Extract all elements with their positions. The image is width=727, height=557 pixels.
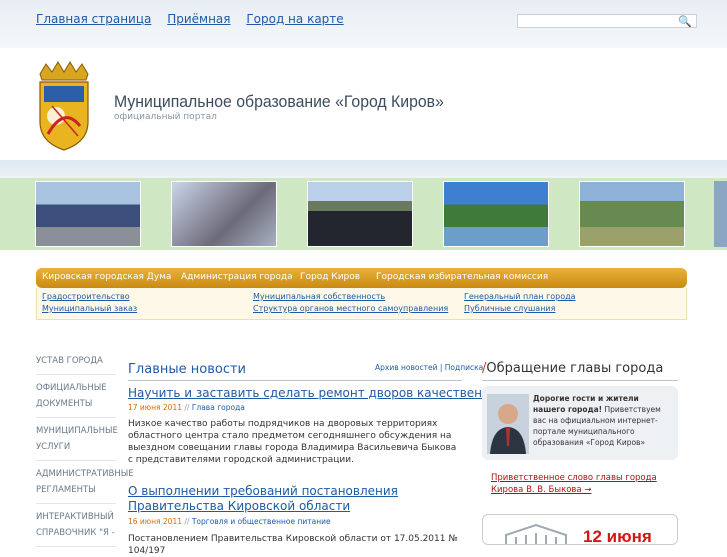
- site-header: Муниципальное образование «Город Киров» …: [0, 48, 727, 160]
- news-heading: Главные новости: [128, 362, 246, 377]
- photo-strip: [0, 178, 727, 250]
- search-icon[interactable]: 🔍: [678, 15, 692, 28]
- home-link[interactable]: Главная страница: [36, 12, 151, 26]
- submenu-municipal-property[interactable]: Муниципальная собственность: [253, 292, 385, 301]
- news-divider: [128, 380, 462, 381]
- photo-cadets[interactable]: [307, 181, 413, 247]
- news-category-link[interactable]: Торговля и общественное питание: [192, 517, 331, 526]
- news-headline[interactable]: О выполнении требований постановления Пр…: [128, 484, 462, 514]
- reception-link[interactable]: Приёмная: [167, 12, 230, 26]
- menu-item-duma[interactable]: Кировская городская Дума: [42, 272, 171, 282]
- site-title: Муниципальное образование «Город Киров»: [114, 92, 444, 111]
- news-headline[interactable]: Научить и заставить сделать ремонт дворо…: [128, 386, 497, 400]
- news-meta: 16 июня 2011 // Торговля и общественное …: [128, 517, 331, 526]
- news-links: Архив новостей | Подписка: [375, 363, 484, 372]
- appeal-title: Обращение главы города: [486, 361, 664, 376]
- mayor-photo: [487, 394, 529, 454]
- submenu: Градостроительство Муниципальный заказ М…: [36, 288, 687, 320]
- building-icon: [505, 523, 567, 544]
- sidebar: УСТАВ ГОРОДА ОФИЦИАЛЬНЫЕ ДОКУМЕНТЫ МУНИЦ…: [36, 348, 134, 547]
- city-map-link[interactable]: Город на карте: [246, 12, 343, 26]
- sidebar-item-regulations[interactable]: АДМИНИСТРАТИВНЫЕ РЕГЛАМЕНТЫ: [36, 461, 134, 504]
- submenu-master-plan[interactable]: Генеральный план города: [464, 292, 576, 301]
- site-subtitle: официальный портал: [114, 112, 217, 122]
- menu-item-city[interactable]: Город Киров: [300, 272, 360, 282]
- photo-parade[interactable]: [35, 181, 141, 247]
- appeal-heading: /Обращение главы города: [482, 361, 663, 376]
- sidebar-item-services[interactable]: МУНИЦИПАЛЬНЫЕ УСЛУГИ: [36, 418, 118, 461]
- news-category-link[interactable]: Глава города: [192, 403, 245, 412]
- sidebar-item-charter[interactable]: УСТАВ ГОРОДА: [36, 348, 116, 375]
- photo-gazebo[interactable]: [171, 181, 277, 247]
- submenu-public-hearings[interactable]: Публичные слушания: [464, 304, 555, 313]
- submenu-government-structure[interactable]: Структура органов местного самоуправлени…: [253, 304, 448, 313]
- submenu-urban-planning[interactable]: Градостроительство: [42, 292, 130, 301]
- photo-city-panorama[interactable]: [579, 181, 685, 247]
- submenu-municipal-order[interactable]: Муниципальный заказ: [42, 304, 137, 313]
- sidebar-item-directory[interactable]: ИНТЕРАКТИВНЫЙ СПРАВОЧНИК "Я -: [36, 504, 116, 547]
- menu-item-election-commission[interactable]: Городская избирательная комиссия: [376, 272, 548, 282]
- news-meta: 17 июня 2011 // Глава города: [128, 403, 245, 412]
- archive-link[interactable]: Архив новостей: [375, 363, 438, 372]
- news-text: Постановлением Правительства Кировской о…: [128, 534, 458, 556]
- news-date: 17 июня 2011: [128, 403, 183, 412]
- header-band: [0, 160, 727, 178]
- subscribe-link[interactable]: Подписка: [445, 363, 483, 372]
- sidebar-item-documents[interactable]: ОФИЦИАЛЬНЫЕ ДОКУМЕНТЫ: [36, 375, 116, 418]
- mayor-speech-link[interactable]: Приветственное слово главы города Кирова…: [491, 472, 681, 496]
- appeal-text: Дорогие гости и жители нашего города! Пр…: [533, 393, 673, 448]
- menu-item-administration[interactable]: Администрация города: [181, 272, 293, 282]
- top-bar: Главная страница Приёмная Город на карте…: [0, 0, 727, 48]
- city-coat-of-arms: [39, 61, 89, 151]
- appeal-divider: [482, 380, 678, 381]
- photo-strip-edge: [714, 181, 727, 247]
- search-input[interactable]: 🔍: [517, 14, 697, 28]
- main-menu: Кировская городская Дума Администрация г…: [36, 268, 687, 288]
- news-text: Низкое качество работы подрядчиков на дв…: [128, 419, 457, 465]
- photo-lake[interactable]: [443, 181, 549, 247]
- holiday-banner[interactable]: 12 июня: [482, 514, 678, 545]
- news-date: 16 июня 2011: [128, 517, 183, 526]
- top-navigation: Главная страница Приёмная Город на карте: [36, 12, 356, 26]
- banner-date: 12 июня: [583, 527, 652, 545]
